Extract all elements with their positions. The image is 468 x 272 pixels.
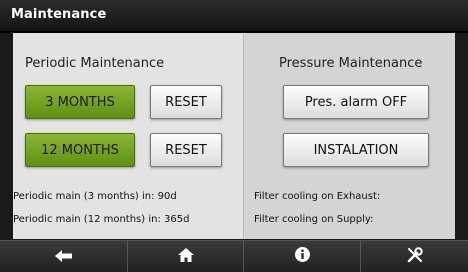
- pressure-maintenance-heading: Pressure Maintenance: [279, 56, 423, 71]
- bottom-nav-bar: [0, 240, 468, 272]
- nav-settings-button[interactable]: [361, 241, 468, 272]
- pressure-maintenance-panel: Pressure Maintenance Pres. alarm OFF INS…: [244, 33, 455, 239]
- info-icon: [294, 247, 310, 266]
- twelve-months-button[interactable]: 12 MONTHS: [25, 133, 135, 167]
- periodic-3-months-remaining: Periodic main (3 months) in: 90d: [13, 191, 177, 202]
- maintenance-screen: Maintenance Periodic Maintenance 3 MONTH…: [0, 0, 468, 272]
- title-bar: Maintenance: [0, 0, 468, 33]
- nav-home-button[interactable]: [128, 241, 243, 272]
- installation-button[interactable]: INSTALATION: [283, 133, 429, 167]
- periodic-12-months-remaining: Periodic main (12 months) in: 365d: [13, 214, 190, 225]
- back-arrow-icon: [54, 247, 73, 266]
- home-icon: [177, 247, 194, 266]
- periodic-maintenance-heading: Periodic Maintenance: [25, 56, 165, 71]
- pressure-alarm-button[interactable]: Pres. alarm OFF: [283, 85, 429, 119]
- reset-12-months-button[interactable]: RESET: [150, 133, 222, 167]
- filter-cooling-exhaust: Filter cooling on Exhaust:: [254, 191, 381, 202]
- filter-cooling-supply: Filter cooling on Supply:: [254, 214, 374, 225]
- reset-3-months-button[interactable]: RESET: [150, 85, 222, 119]
- screen-title: Maintenance: [11, 7, 107, 22]
- nav-back-button[interactable]: [0, 241, 127, 272]
- periodic-maintenance-panel: Periodic Maintenance 3 MONTHS RESET 12 M…: [13, 33, 243, 239]
- nav-info-button[interactable]: [244, 241, 360, 272]
- three-months-button[interactable]: 3 MONTHS: [25, 85, 135, 119]
- tools-icon: [407, 246, 423, 267]
